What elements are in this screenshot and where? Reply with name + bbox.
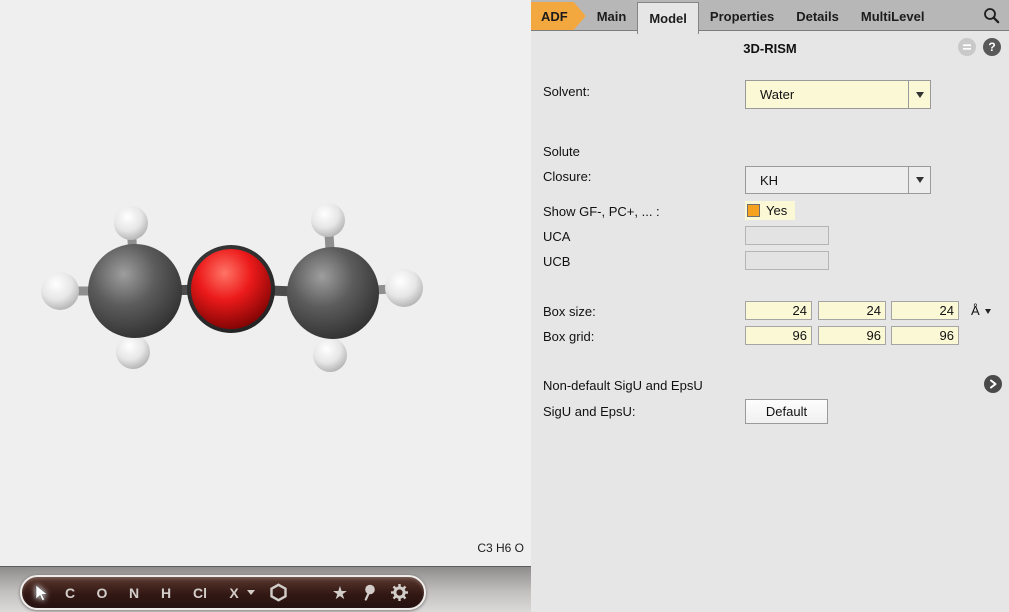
viewer-toolbar-strip: C O N H Cl X ★: [0, 566, 531, 612]
box-size-z-input[interactable]: [891, 301, 959, 320]
uca-input[interactable]: [745, 226, 829, 245]
help-button[interactable]: ?: [983, 38, 1001, 56]
show-gf-label: Show GF-, PC+, ... :: [543, 204, 660, 219]
sigu-label: SigU and EpsU:: [543, 404, 636, 419]
box-size-x-input[interactable]: [745, 301, 812, 320]
element-picker-x-label: X: [223, 585, 245, 601]
box-grid-x-input[interactable]: [745, 326, 812, 345]
element-button-o[interactable]: O: [91, 585, 113, 601]
box-grid-label: Box grid:: [543, 329, 594, 344]
settings-panel: ADF Main Model Properties Details MultiL…: [531, 0, 1009, 612]
chevron-down-icon: [985, 309, 991, 314]
tab-multilevel[interactable]: MultiLevel: [850, 2, 936, 30]
expand-sigu-button[interactable]: [984, 375, 1002, 393]
element-button-c[interactable]: C: [59, 585, 81, 601]
chevron-right-icon: [987, 378, 999, 390]
ucb-label: UCB: [543, 254, 570, 269]
search-icon: [983, 7, 1000, 24]
box-grid-y-input[interactable]: [818, 326, 886, 345]
balloon-tool[interactable]: [362, 584, 376, 602]
menu-lines-icon: [961, 41, 973, 53]
hexagon-ring-icon: [269, 583, 288, 602]
select-cursor-tool[interactable]: [34, 584, 49, 602]
sigu-default-button[interactable]: Default: [745, 399, 828, 424]
tab-details[interactable]: Details: [785, 2, 850, 30]
chevron-down-icon: [916, 177, 924, 183]
search-button[interactable]: [983, 0, 1009, 30]
gear-icon: [390, 583, 409, 602]
closure-label: Closure:: [543, 169, 591, 184]
box-size-label: Box size:: [543, 304, 596, 319]
show-gf-value: Yes: [766, 203, 787, 218]
tab-properties[interactable]: Properties: [699, 2, 785, 30]
page-title: 3D-RISM: [531, 41, 1009, 56]
structures-tool[interactable]: ★: [332, 584, 348, 602]
element-button-n[interactable]: N: [123, 585, 145, 601]
molecular-formula: C3 H6 O: [477, 541, 524, 555]
star-icon: ★: [332, 584, 348, 602]
element-toolbar: C O N H Cl X ★: [20, 575, 426, 610]
element-button-cl[interactable]: Cl: [187, 585, 213, 601]
ucb-input[interactable]: [745, 251, 829, 270]
tab-adf[interactable]: ADF: [531, 2, 586, 30]
element-picker-x[interactable]: X: [223, 585, 255, 601]
ring-structure-tool[interactable]: [269, 583, 288, 602]
tab-main[interactable]: Main: [586, 2, 638, 30]
oxygen-atom: [191, 249, 271, 329]
dropdown-arrow-button[interactable]: [908, 81, 930, 108]
panel-menu-button[interactable]: [958, 38, 976, 56]
element-button-h[interactable]: H: [155, 585, 177, 601]
show-gf-checkbox-row[interactable]: Yes: [745, 201, 795, 220]
chevron-down-icon: [916, 92, 924, 98]
box-grid-z-input[interactable]: [891, 326, 959, 345]
box-size-y-input[interactable]: [818, 301, 886, 320]
unit-label: Å: [971, 303, 980, 318]
closure-dropdown[interactable]: KH: [745, 166, 931, 194]
box-size-unit-dropdown[interactable]: Å: [971, 303, 991, 318]
uca-label: UCA: [543, 229, 570, 244]
tab-bar: ADF Main Model Properties Details MultiL…: [531, 0, 1009, 31]
balloon-icon: [362, 584, 376, 602]
adf-input-window: C3 H6 O C O N H Cl X: [0, 0, 1009, 612]
solute-section-label: Solute: [543, 144, 580, 159]
solvent-value: Water: [746, 87, 908, 102]
cursor-arrow-icon: [34, 584, 49, 602]
solvent-dropdown[interactable]: Water: [745, 80, 931, 109]
dropdown-arrow-button[interactable]: [908, 167, 930, 193]
tab-model[interactable]: Model: [637, 2, 699, 34]
settings-tool[interactable]: [390, 583, 409, 602]
molecule-3d-render: [0, 0, 531, 566]
molecule-viewport[interactable]: C3 H6 O: [0, 0, 531, 566]
nondefault-sigu-label: Non-default SigU and EpsU: [543, 378, 703, 393]
question-mark-icon: ?: [988, 40, 995, 54]
chevron-down-icon: [247, 590, 255, 595]
closure-value: KH: [746, 173, 908, 188]
solvent-label: Solvent:: [543, 84, 590, 99]
checkbox-checked-icon[interactable]: [747, 204, 760, 217]
